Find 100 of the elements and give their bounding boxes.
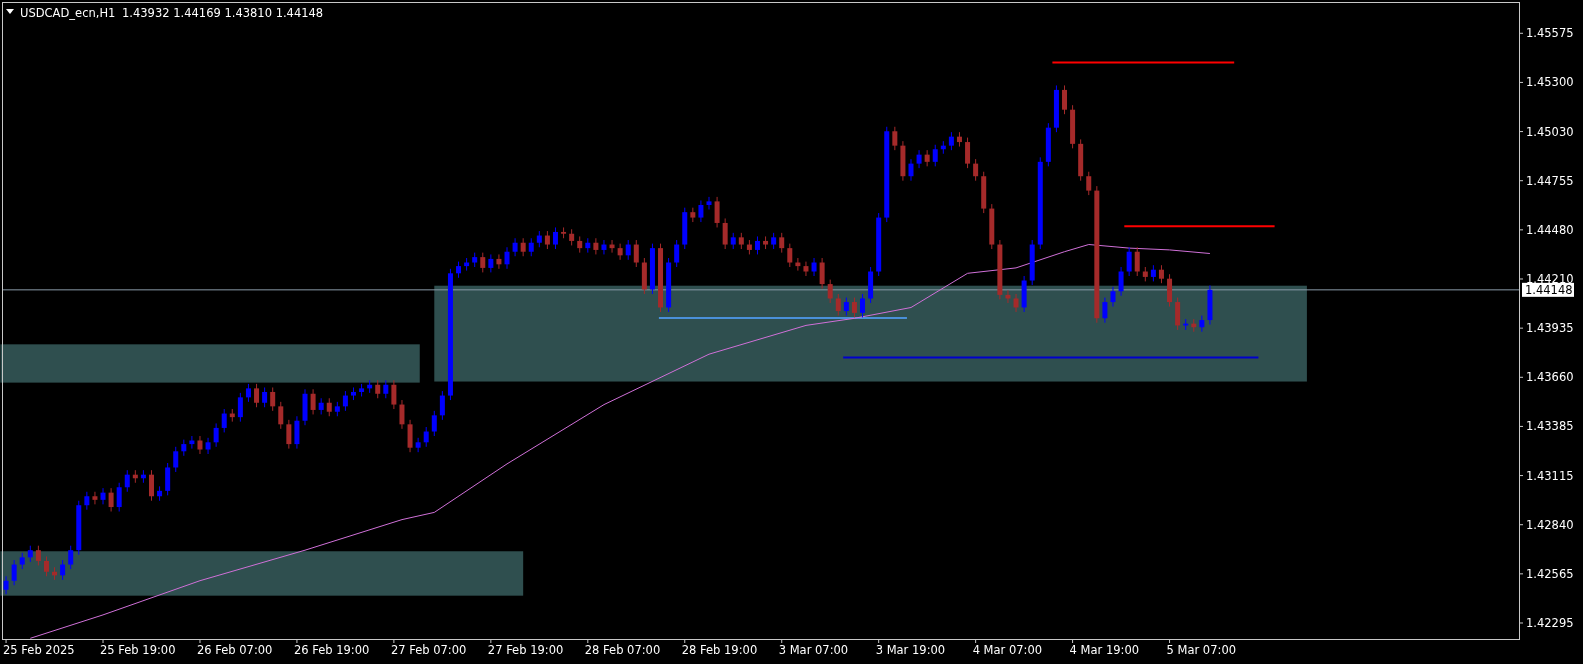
candlestick [851, 297, 857, 318]
time-axis-label: 27 Feb 19:00 [487, 643, 564, 657]
candlestick [415, 437, 421, 453]
candlestick [843, 297, 849, 317]
candlestick [585, 237, 591, 254]
time-axis-label: 28 Feb 07:00 [584, 643, 661, 657]
candlestick [35, 545, 41, 566]
candlestick [359, 383, 365, 397]
time-axis-label: 25 Feb 19:00 [100, 643, 176, 657]
candlestick [488, 253, 494, 273]
candlestick [375, 379, 381, 399]
candlestick [60, 559, 66, 581]
candlestick [528, 237, 534, 257]
price-axis-label: 1.45030 [1526, 124, 1574, 139]
candlestick [771, 232, 777, 250]
candlestick [19, 552, 25, 570]
candlestick [795, 257, 801, 272]
candlestick [690, 207, 696, 223]
candlestick [286, 419, 292, 450]
candlestick [617, 243, 623, 261]
candlestick [1005, 289, 1011, 304]
candlestick [221, 408, 227, 433]
time-axis-label: 28 Feb 19:00 [681, 643, 758, 657]
candlestick [569, 228, 575, 246]
candlestick [916, 149, 922, 169]
candlestick [165, 462, 171, 496]
candlestick [254, 383, 260, 408]
time-axis-label: 3 Mar 07:00 [778, 643, 849, 657]
candlestick [1207, 284, 1213, 326]
candlestick [456, 261, 462, 279]
candlestick [100, 487, 106, 505]
candlestick [730, 232, 736, 250]
price-axis-label: 1.44480 [1526, 222, 1574, 237]
candlestick [1029, 239, 1035, 286]
candlestick [132, 469, 138, 484]
candlestick [811, 257, 817, 277]
candlestick [957, 131, 962, 148]
time-axis-label: 4 Mar 19:00 [1069, 643, 1140, 657]
candlestick [641, 257, 647, 295]
candlestick [1134, 246, 1140, 277]
candlestick [326, 397, 332, 417]
candlestick [140, 469, 146, 484]
candlestick [803, 261, 809, 277]
price-axis-label: 1.45300 [1526, 75, 1574, 90]
price-axis-label: 1.43115 [1526, 468, 1574, 483]
candlestick [633, 239, 639, 268]
price-axis-label: 1.43935 [1526, 321, 1574, 336]
candlestick [237, 392, 243, 423]
time-axis-label: 4 Mar 07:00 [972, 643, 1043, 657]
candlestick [1053, 84, 1059, 133]
candlestick [787, 243, 793, 268]
candlestick [318, 397, 324, 415]
candlestick [948, 131, 954, 151]
candlestick [367, 379, 373, 394]
candlestick [819, 257, 825, 290]
candlestick [84, 491, 90, 511]
candlestick [149, 469, 154, 502]
candlestick [11, 559, 17, 586]
candlestick [908, 158, 914, 182]
symbol-label: USDCAD_ecn,H1 [20, 6, 116, 20]
candlestick [698, 200, 704, 223]
candlestick [245, 383, 251, 403]
candlestick [480, 252, 486, 273]
candlestick [399, 399, 405, 430]
candlestick [1183, 318, 1189, 331]
time-axis-label: 25 Feb 2025 [3, 643, 75, 657]
candlestick [504, 246, 510, 270]
candlestick [940, 140, 946, 155]
candlestick [1142, 266, 1148, 282]
candlestick [439, 390, 445, 421]
candlestick [213, 422, 219, 448]
candlestick [229, 408, 235, 423]
candlestick [278, 401, 284, 430]
candlestick [536, 230, 542, 248]
candlestick [577, 235, 583, 254]
candlestick [682, 207, 688, 250]
dropdown-arrow-icon[interactable] [6, 9, 14, 14]
candlestick [512, 237, 518, 257]
candlestick [1191, 318, 1197, 333]
candlestick [496, 253, 502, 270]
candlestick [52, 566, 58, 581]
candlestick [779, 232, 785, 254]
candlestick [342, 390, 348, 412]
candlestick [157, 485, 163, 502]
candlestick [827, 279, 833, 304]
candlestick [1158, 264, 1164, 284]
candlestick [763, 235, 769, 250]
candlestick [205, 437, 211, 455]
candlestick [391, 379, 397, 410]
candlestick [706, 196, 712, 210]
candlestick [270, 386, 276, 412]
price-axis-label: 1.42840 [1526, 517, 1574, 532]
candlestick [924, 149, 930, 167]
candlestick [868, 266, 874, 304]
candlestick [1199, 315, 1205, 333]
candlestick [43, 556, 49, 577]
candlestick [351, 386, 356, 401]
candlestick [746, 239, 752, 255]
candlestick [1118, 266, 1124, 297]
price-axis-label: 1.42565 [1526, 566, 1574, 581]
